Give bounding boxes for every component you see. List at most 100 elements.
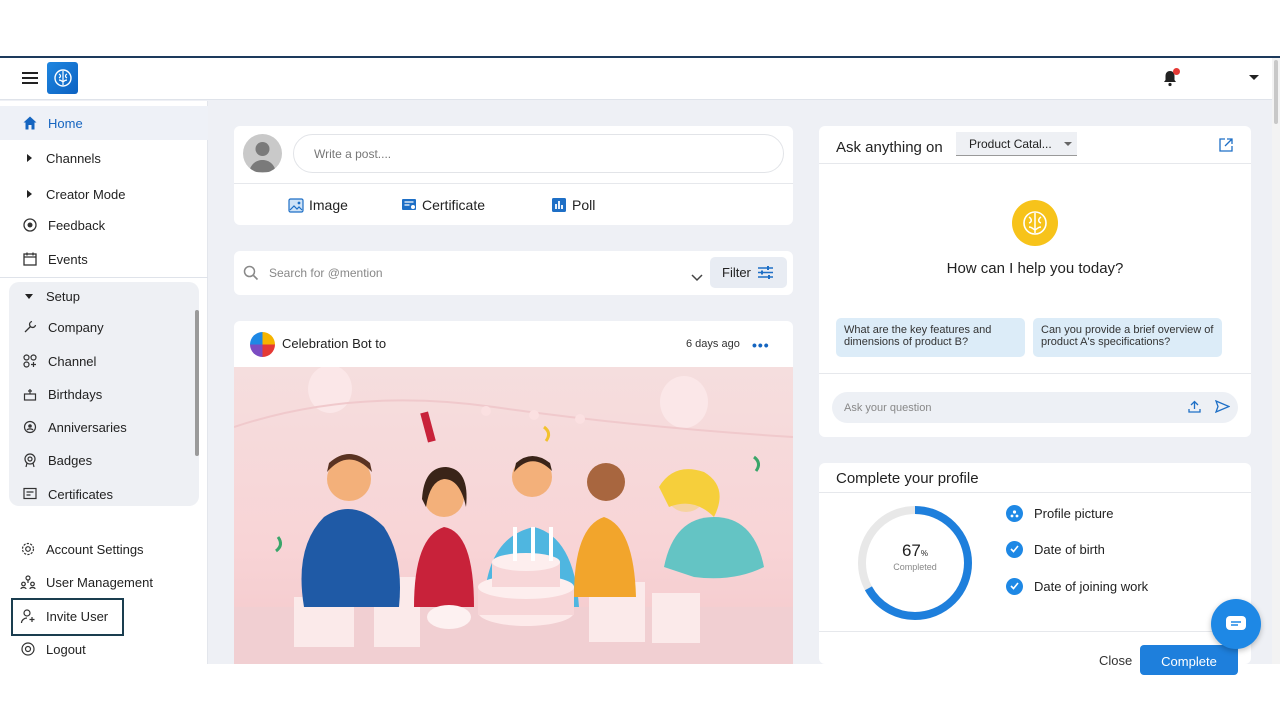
sidebar-item-invite-user[interactable]: Invite User (0, 599, 208, 633)
check-icon (1006, 577, 1023, 595)
search-icon (243, 265, 259, 286)
sidebar-item-label: User Management (46, 574, 153, 590)
profile-task[interactable]: Profile picture (1006, 503, 1113, 523)
sidebar-item-setup[interactable]: Setup (0, 279, 208, 313)
profile-picture-icon (1006, 504, 1023, 522)
app-header (0, 58, 1272, 100)
profile-task[interactable]: Date of birth (1006, 539, 1105, 559)
sidebar-item-birthdays[interactable]: Birthdays (0, 377, 208, 411)
sidebar-item-label: Setup (46, 288, 80, 304)
caret-down-icon[interactable] (1249, 75, 1259, 80)
search-input[interactable]: Search for @mention (269, 266, 383, 280)
sidebar-item-account-settings[interactable]: Account Settings (0, 532, 208, 566)
suggestion-chip[interactable]: What are the key features and dimensions… (836, 318, 1025, 357)
logout-icon (19, 640, 37, 658)
ai-greeting: How can I help you today? (946, 260, 1124, 277)
certificate-label: Certificate (422, 197, 486, 213)
composer-divider (234, 183, 793, 184)
sidebar: Home Channels Creator Mode Feedback Even… (0, 101, 208, 664)
sidebar-item-logout[interactable]: Logout (0, 632, 208, 666)
home-icon (21, 114, 39, 132)
profile-task[interactable]: Date of joining work (1006, 576, 1148, 596)
cake-icon (21, 385, 39, 403)
add-user-icon (19, 607, 37, 625)
close-button[interactable]: Close (1099, 653, 1132, 668)
complete-button[interactable]: Complete (1140, 645, 1238, 675)
sidebar-item-certificates[interactable]: Certificates (0, 477, 208, 511)
sidebar-item-events[interactable]: Events (0, 242, 208, 276)
brain-icon[interactable] (47, 62, 78, 94)
complete-profile-panel: Complete your profile 67% Completed Prof… (819, 463, 1251, 675)
certificate-button[interactable]: Certificate (401, 195, 485, 215)
poll-icon (551, 197, 567, 213)
suggestion-chip[interactable]: Can you provide a brief overview of prod… (1033, 318, 1222, 357)
sidebar-item-badges[interactable]: Badges (0, 443, 208, 477)
sidebar-item-user-management[interactable]: User Management (0, 565, 208, 599)
sidebar-item-label: Badges (48, 452, 93, 468)
mention-search-bar: Search for @mention Filter (234, 251, 793, 295)
sidebar-item-label: Birthdays (48, 386, 103, 402)
chat-icon[interactable] (1211, 599, 1261, 649)
image-icon (288, 197, 304, 213)
chevron-down-icon[interactable] (691, 269, 703, 287)
sidebar-item-anniversaries[interactable]: Anniversaries (0, 410, 208, 444)
ai-title: Ask anything on (836, 139, 943, 156)
external-link-icon[interactable] (1219, 138, 1233, 157)
users-icon (19, 573, 37, 591)
upload-icon[interactable] (1188, 400, 1201, 418)
ai-divider (819, 373, 1251, 374)
image-label: Image (309, 197, 348, 213)
caret-down-icon (25, 293, 33, 299)
caret-right-icon (27, 154, 32, 162)
post-composer: Write a post.... Image Certificate Poll (234, 126, 793, 225)
calendar-icon (21, 250, 39, 268)
sidebar-item-label: Certificates (48, 486, 114, 502)
catalog-select[interactable]: Product Catal... (956, 132, 1077, 156)
sidebar-item-label: Account Settings (46, 541, 144, 557)
brain-icon (1012, 200, 1058, 246)
post-author[interactable]: Celebration Bot to (282, 336, 386, 351)
hamburger-icon[interactable] (22, 72, 38, 84)
progress-unit: % (920, 549, 929, 558)
sidebar-item-home[interactable]: Home (0, 106, 208, 140)
image-button[interactable]: Image (288, 195, 348, 215)
profile-task-label: Profile picture (1034, 505, 1114, 521)
more-options-icon[interactable]: ••• (752, 337, 770, 353)
feed-post: Celebration Bot to 6 days ago ••• (234, 321, 793, 664)
notification-dot (1173, 68, 1180, 75)
profile-task-label: Date of birth (1034, 541, 1105, 557)
channel-icon (21, 352, 39, 370)
sidebar-item-label: Logout (46, 641, 86, 657)
sidebar-item-label: Company (48, 319, 104, 335)
celebration-image (234, 365, 793, 664)
progress-caption: Completed (893, 562, 937, 572)
sidebar-item-label: Home (48, 115, 83, 131)
ask-question-input[interactable]: Ask your question (832, 392, 1238, 423)
profile-title: Complete your profile (836, 470, 979, 487)
gear-icon (19, 540, 37, 558)
filter-label: Filter (722, 265, 751, 280)
sidebar-item-channels[interactable]: Channels (0, 141, 208, 175)
poll-button[interactable]: Poll (551, 195, 595, 215)
page-scrollbar[interactable] (1272, 58, 1280, 664)
chevron-down-icon (1064, 142, 1072, 146)
sidebar-item-company[interactable]: Company (0, 310, 208, 344)
ai-divider (819, 163, 1251, 164)
send-icon[interactable] (1214, 399, 1231, 418)
avatar[interactable] (243, 134, 282, 173)
sidebar-item-feedback[interactable]: Feedback (0, 208, 208, 242)
sidebar-item-creator-mode[interactable]: Creator Mode (0, 177, 208, 211)
sidebar-item-label: Channel (48, 353, 97, 369)
sidebar-item-label: Feedback (48, 217, 106, 233)
post-input[interactable]: Write a post.... (293, 134, 784, 173)
feedback-icon (21, 216, 39, 234)
wrench-icon (21, 318, 39, 336)
profile-divider (819, 492, 1251, 493)
sidebar-item-channel[interactable]: Channel (0, 344, 208, 378)
check-icon (1006, 540, 1023, 558)
sidebar-item-label: Events (48, 251, 88, 267)
certificate-icon (401, 198, 417, 212)
badge-icon (21, 451, 39, 469)
avatar[interactable] (250, 332, 275, 357)
filter-button[interactable]: Filter (710, 257, 787, 288)
